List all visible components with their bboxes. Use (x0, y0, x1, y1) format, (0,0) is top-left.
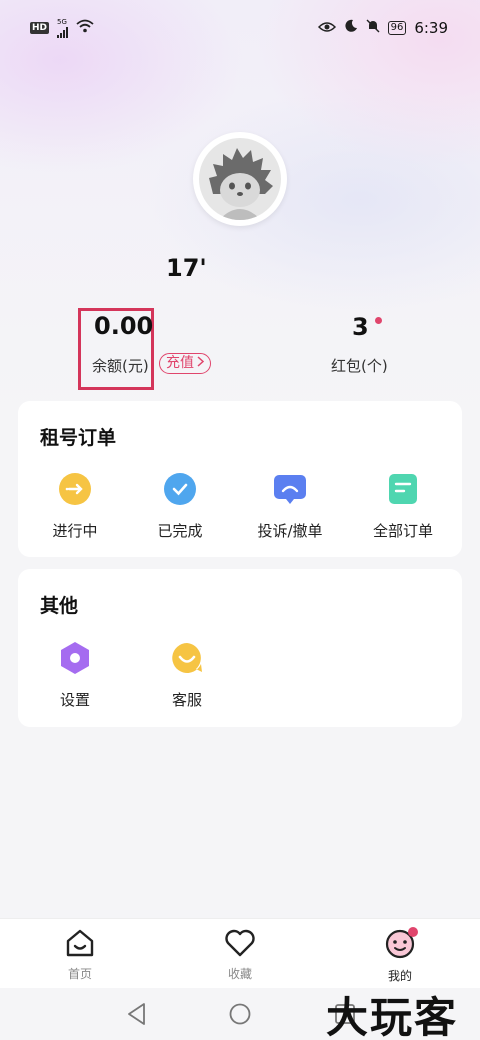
settings-label: 设置 (59, 691, 90, 709)
home-circle-icon[interactable] (229, 1002, 251, 1030)
bell-muted-icon (366, 19, 380, 37)
back-icon[interactable] (126, 1002, 148, 1030)
rental-orders-card: 租号订单 进行中 已完成 投诉/撤单 全部订单 (18, 401, 462, 557)
order-in-progress[interactable]: 进行中 (20, 472, 130, 541)
hedgehog-avatar-icon (199, 138, 281, 220)
status-right: 96 6:39 (317, 19, 448, 37)
coupon-notification-dot (375, 317, 382, 324)
status-left: HD 5G (30, 17, 94, 38)
order-completed[interactable]: 已完成 (125, 472, 235, 541)
recharge-button[interactable]: 充值 (159, 353, 211, 374)
all-orders-icon (386, 472, 420, 506)
tab-mine-notification-dot (408, 927, 418, 937)
in-progress-icon (58, 472, 92, 506)
wifi-icon (76, 19, 94, 37)
bottom-tab-bar: 首页 收藏 我的 (0, 918, 480, 988)
moon-icon (344, 19, 358, 37)
chevron-right-icon (197, 354, 205, 373)
customer-service-item[interactable]: 客服 (132, 641, 242, 710)
order-in-progress-label: 进行中 (52, 522, 98, 540)
hd-badge: HD (30, 22, 50, 34)
eye-icon (317, 19, 336, 37)
heart-icon (224, 929, 256, 961)
username: 17' (166, 254, 207, 282)
customer-service-icon (170, 641, 204, 675)
tab-home-label: 首页 (67, 967, 92, 981)
tab-mine[interactable]: 我的 (360, 927, 440, 984)
order-all-label: 全部订单 (372, 522, 433, 540)
customer-service-label: 客服 (171, 691, 202, 709)
settings-hexagon-icon (58, 641, 92, 675)
balance-value: 0.00 (94, 312, 154, 340)
settings-item[interactable]: 设置 (20, 641, 130, 710)
tab-home[interactable]: 首页 (40, 929, 120, 982)
battery-icon: 96 (387, 21, 407, 35)
home-icon (65, 929, 95, 961)
coupon-count[interactable]: 3 (352, 313, 369, 341)
status-bar: HD 5G 96 6:39 (0, 0, 480, 56)
complaint-icon (273, 472, 307, 506)
watermark: 大玩客 (326, 993, 459, 1040)
completed-check-icon (163, 472, 197, 506)
clock: 6:39 (414, 19, 448, 37)
order-all[interactable]: 全部订单 (348, 472, 458, 541)
coupon-label[interactable]: 红包(个) (331, 355, 388, 376)
order-complaint-label: 投诉/撤单 (257, 522, 323, 540)
order-complaint[interactable]: 投诉/撤单 (235, 472, 345, 541)
network-label: 5G (57, 17, 67, 26)
other-title: 其他 (40, 595, 79, 617)
tab-favorites[interactable]: 收藏 (200, 929, 280, 982)
avatar[interactable] (193, 132, 287, 226)
signal-icon: 5G (57, 17, 69, 38)
balance-label: 余额(元) (92, 357, 149, 375)
rental-orders-title: 租号订单 (40, 427, 117, 449)
other-card: 其他 设置 客服 (18, 569, 462, 727)
order-completed-label: 已完成 (157, 522, 203, 540)
recharge-label: 充值 (166, 355, 194, 371)
tab-favorites-label: 收藏 (227, 967, 252, 981)
tab-mine-label: 我的 (387, 969, 412, 983)
